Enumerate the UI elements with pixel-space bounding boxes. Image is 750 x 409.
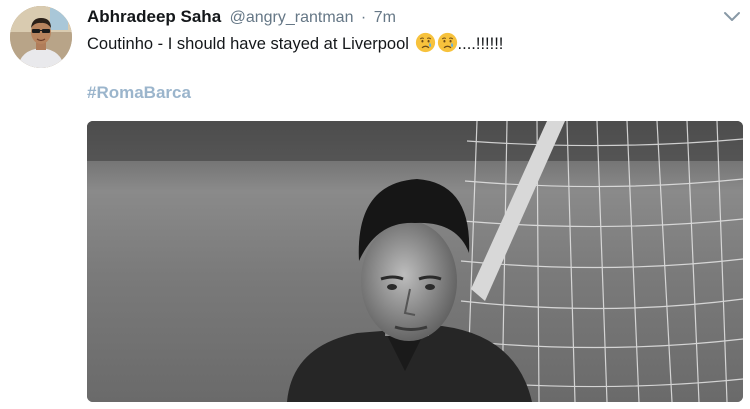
separator-dot: · <box>360 9 367 26</box>
tweet-text: Coutinho - I should have stayed at Liver… <box>87 32 503 54</box>
tweet-text-suffix: ....!!!!!! <box>457 35 504 53</box>
author-handle[interactable]: @angry_rantman <box>230 9 354 26</box>
tweet-body-text: Coutinho - I should have stayed at Liver… <box>87 35 409 53</box>
chevron-down-icon[interactable] <box>722 9 742 25</box>
crying-face-emoji <box>437 32 458 53</box>
tweet-card: Abhradeep Saha @angry_rantman · 7m Couti… <box>0 0 750 409</box>
author-name[interactable]: Abhradeep Saha <box>87 7 221 26</box>
avatar[interactable] <box>10 6 72 68</box>
crying-face-emoji <box>415 32 436 53</box>
hashtag-link[interactable]: #RomaBarca <box>87 83 191 103</box>
tweet-photo[interactable] <box>87 121 743 402</box>
tweet-timestamp[interactable]: 7m <box>374 9 396 26</box>
tweet-header: Abhradeep Saha @angry_rantman · 7m <box>87 6 396 28</box>
